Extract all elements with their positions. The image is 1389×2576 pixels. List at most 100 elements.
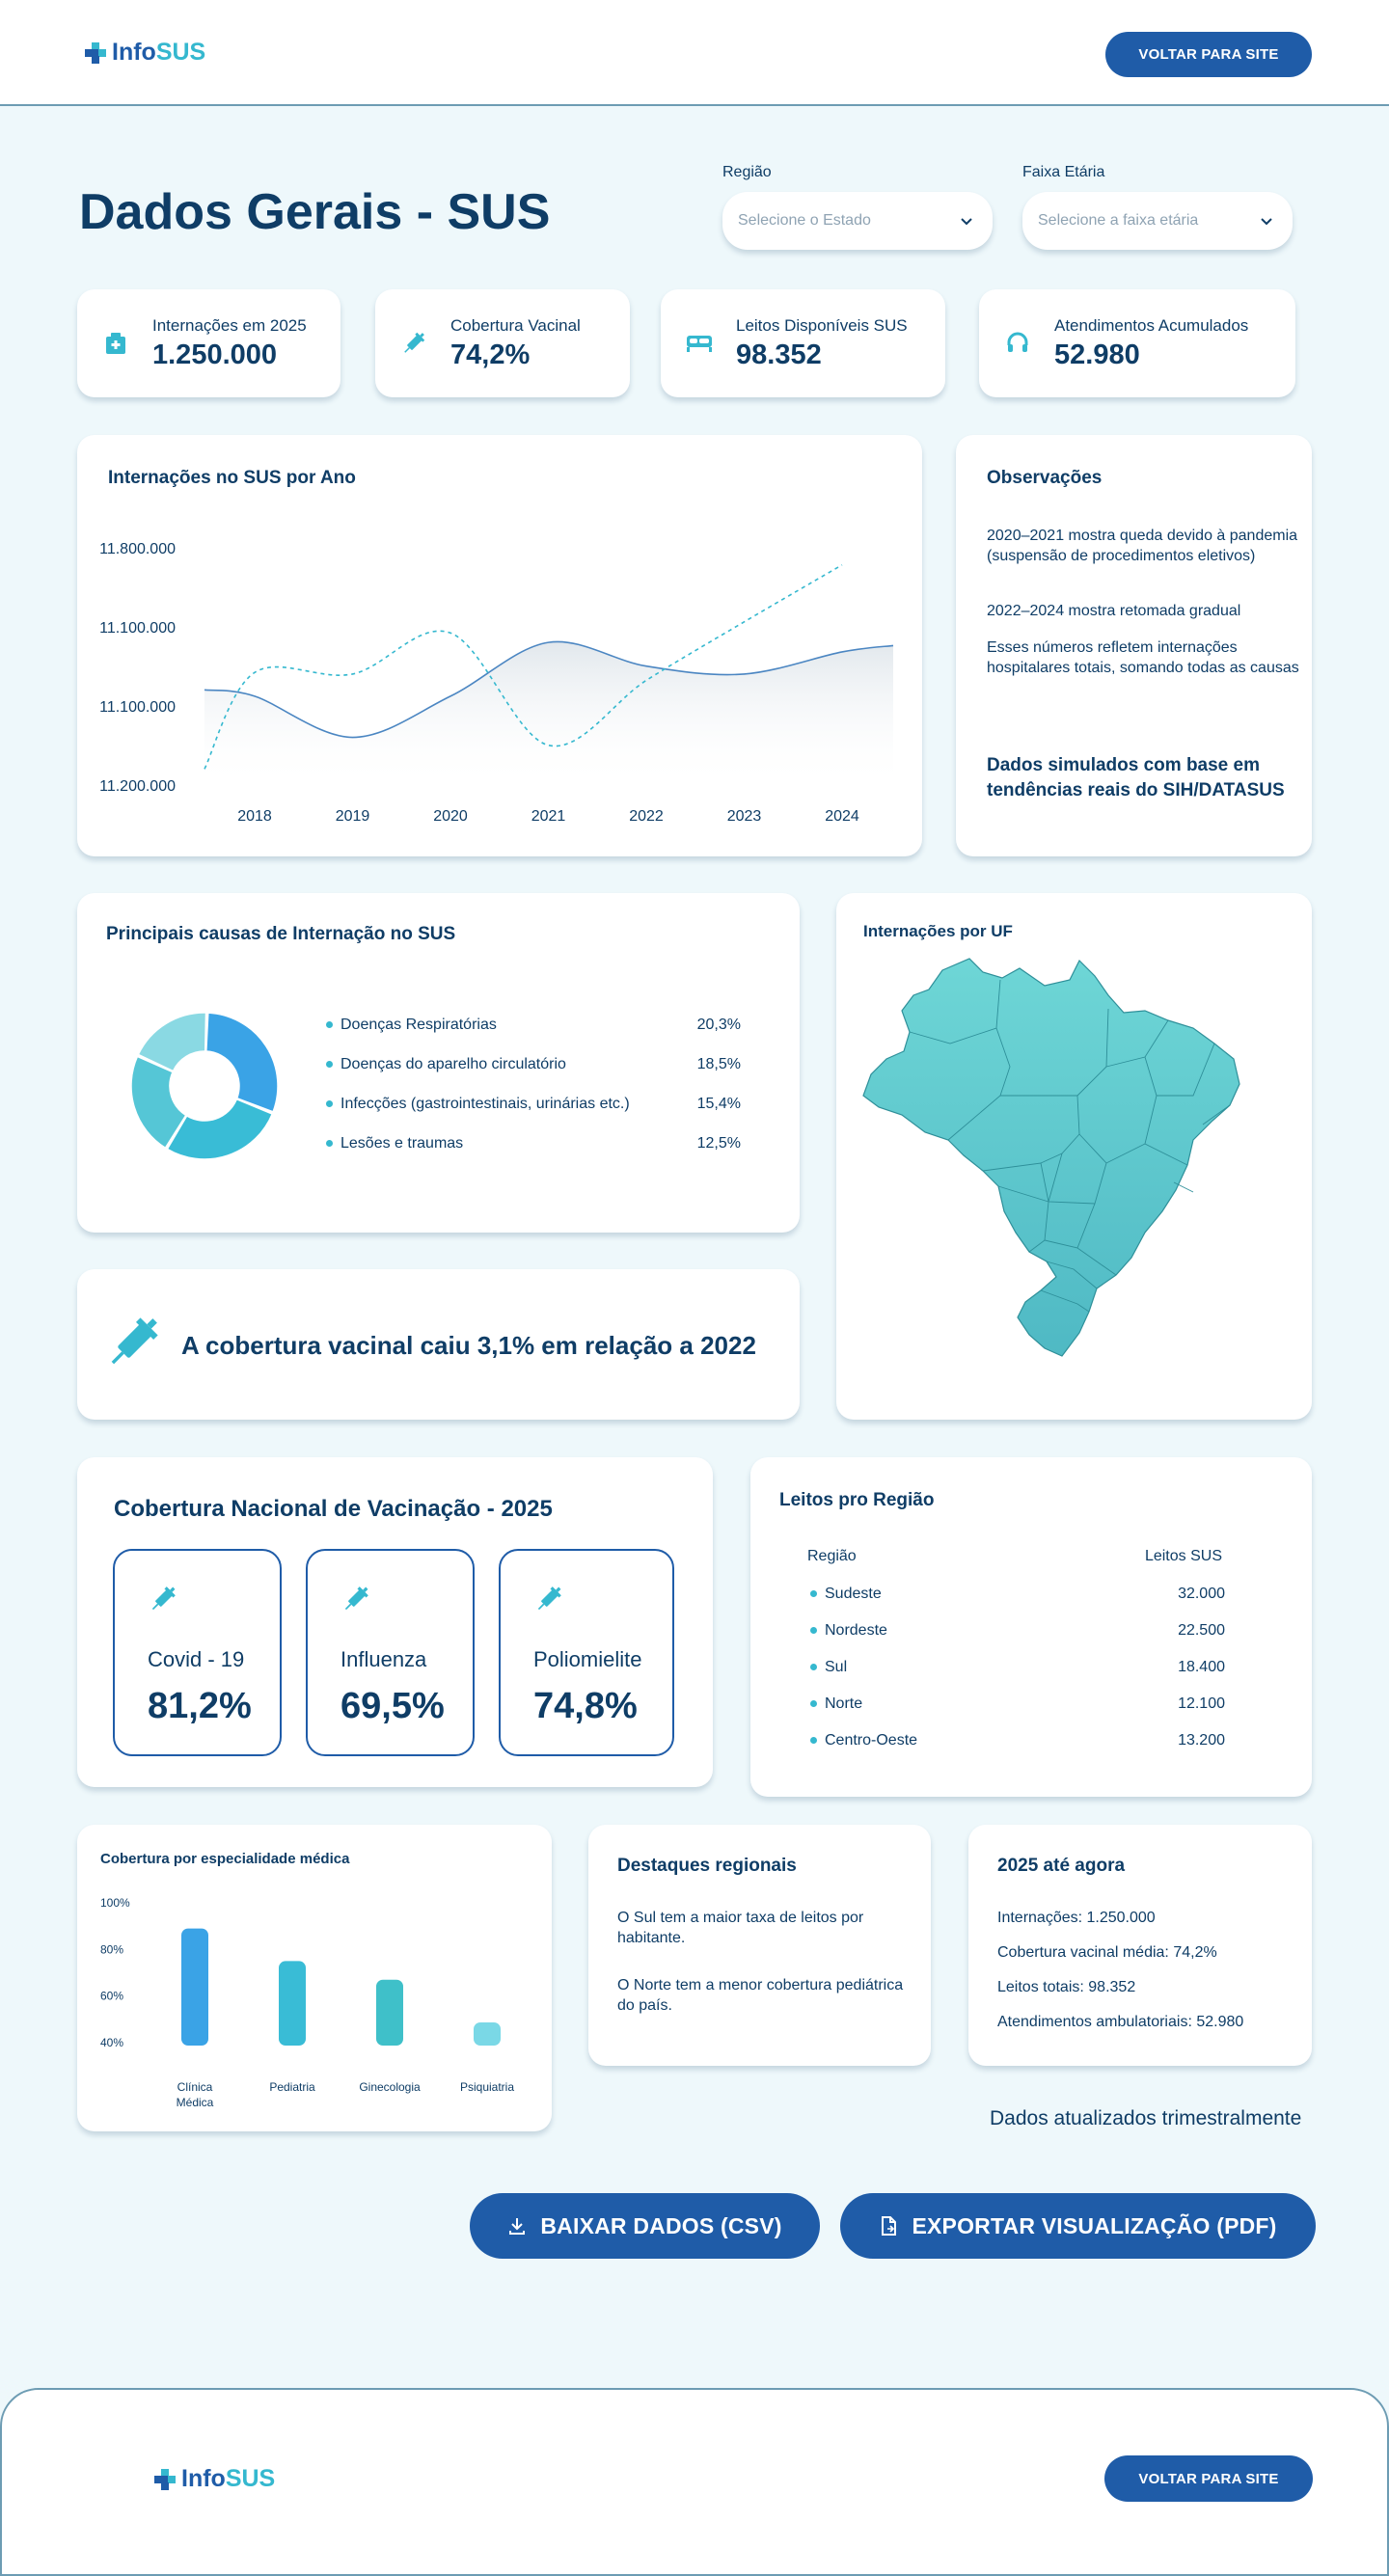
specialty-bar-chart-card: Cobertura por especialidade médica 100% 8… [77,1825,552,2131]
kpi-value: 74,2% [450,339,531,370]
infosus-logo[interactable]: Info SUS [154,2465,275,2493]
back-to-site-button[interactable]: VOLTAR PARA SITE [1104,2455,1313,2502]
syringe-icon [148,1584,178,1619]
vaccination-title: Cobertura Nacional de Vacinação - 2025 [114,1496,553,1522]
chevron-down-icon [1261,217,1272,225]
summary-label: Internações: [997,1910,1083,1926]
kpi-card-beds: Leitos Disponíveis SUS 98.352 [661,289,945,397]
kpi-card-hospitalizations: Internações em 2025 1.250.000 [77,289,340,397]
vaccine-box-influenza: Influenza 69,5% [306,1549,475,1756]
plus-logo-icon [85,41,106,64]
logo-text-sus: SUS [225,2465,276,2492]
update-frequency-note: Dados atualizados trimestralmente [990,2107,1302,2129]
kpi-value: 98.352 [736,339,822,370]
summary-2025-card: 2025 até agora Internações: 1.250.000 Co… [968,1825,1312,2066]
legend-item: Doenças do aparelho circulatório 18,5% [326,1056,741,1073]
kpi-card-appointments: Atendimentos Acumulados 52.980 [979,289,1295,397]
legend-value: 12,5% [696,1135,741,1152]
x-tick-label: Ginecologia [359,2080,421,2094]
row-region: Sul [825,1659,848,1675]
col-beds: Leitos SUS [1144,1548,1222,1564]
summary-title: 2025 até agora [997,1856,1126,1876]
beds-title: Leitos pro Região [779,1490,935,1510]
bar [474,2022,501,2046]
map-card: Internações por UF [836,893,1312,1420]
x-tick-label: 2018 [237,808,272,825]
download-csv-label: BAIXAR DADOS (CSV) [540,2212,782,2238]
syringe-icon [102,1312,164,1378]
table-row: Nordeste 22.500 [810,1622,1225,1640]
legend-label: Infecções (gastrointestinais, urinárias … [340,1096,630,1112]
x-tick-label: 2024 [825,808,859,825]
download-csv-button[interactable]: BAIXAR DADOS (CSV) [470,2193,820,2259]
summary-line: Cobertura vacinal média: 74,2% [997,1942,1217,1963]
highlight-item: O Sul tem a maior taxa de leitos por hab… [617,1910,864,1946]
legend-item: Doenças Respiratórias 20,3% [326,1017,741,1034]
legend-value: 20,3% [696,1017,741,1033]
observations-title: Observações [987,468,1103,488]
summary-label: Cobertura vacinal média: [997,1944,1169,1961]
summary-label: Leitos totais: [997,1979,1084,1995]
row-dot [810,1590,817,1598]
table-row: Sudeste 32.000 [810,1586,1225,1603]
legend-label: Doenças do aparelho circulatório [340,1056,566,1072]
legend-dot [326,1021,333,1029]
table-row: Centro-Oeste 13.200 [810,1732,1225,1749]
export-pdf-button[interactable]: EXPORTAR VISUALIZAÇÃO (PDF) [840,2193,1316,2259]
highlights-title: Destaques regionais [617,1856,797,1876]
col-region: Região [807,1548,857,1564]
back-to-site-button[interactable]: VOLTAR PARA SITE [1105,32,1312,77]
export-pdf-label: EXPORTAR VISUALIZAÇÃO (PDF) [912,2212,1277,2238]
highlight-item: O Norte tem a menor cobertura pediátrica… [617,1977,904,2014]
row-dot [810,1700,817,1708]
summary-line: Leitos totais: 98.352 [997,1977,1135,1997]
age-select[interactable]: Selecione a faixa etária [1022,192,1293,250]
kpi-label: Atendimentos Acumulados [1054,315,1249,335]
summary-value: 98.352 [1088,1979,1136,1995]
y-tick-label: 40% [100,2036,123,2049]
x-tick-label: 2020 [433,808,468,825]
page-title: Dados Gerais - SUS [79,184,551,240]
x-tick-label: Psiquiatria [460,2080,514,2094]
hospital-icon [102,330,129,357]
legend-dot [326,1100,333,1108]
legend-label: Lesões e traumas [340,1135,464,1152]
legend-dot [326,1061,333,1069]
kpi-label: Internações em 2025 [152,315,307,335]
x-tick-label: 2022 [629,808,664,825]
x-tick-label: 2021 [531,808,566,825]
age-filter-label: Faixa Etária [1022,164,1105,180]
observation-item: 2020–2021 mostra queda devido à pandemia… [987,528,1298,564]
specialty-bar-chart: 100% 80% 60% 40% Clínica Médica Pediatria Ginec… [100,1896,514,2109]
plus-logo-icon [154,2468,176,2490]
legend-item: Infecções (gastrointestinais, urinárias … [326,1096,741,1113]
banner-text: A cobertura vacinal caiu 3,1% em relação… [181,1331,756,1360]
regional-highlights-card: Destaques regionais O Sul tem a maior ta… [588,1825,931,2066]
vaccine-name: Covid - 19 [148,1647,245,1671]
beds-table-header: Região Leitos SUS [807,1548,1222,1565]
vaccine-value: 74,8% [533,1686,638,1726]
row-beds: 32.000 [1178,1586,1225,1602]
causes-title: Principais causas de Internação no SUS [106,924,456,944]
region-select[interactable]: Selecione o Estado [722,192,993,250]
syringe-icon [533,1584,564,1619]
vaccine-box-covid: Covid - 19 81,2% [113,1549,282,1756]
causes-card: Principais causas de Internação no SUS D… [77,893,800,1233]
vaccine-box-polio: Poliomielite 74,8% [499,1549,674,1756]
brazil-map[interactable] [856,951,1280,1395]
infosus-logo[interactable]: Info SUS [85,39,205,67]
legend-label: Doenças Respiratórias [340,1017,497,1033]
beds-by-region-card: Leitos pro Região Região Leitos SUS Sudes… [750,1457,1312,1797]
bed-icon [686,330,713,357]
headset-icon [1004,330,1031,357]
vaccination-coverage-card: Cobertura Nacional de Vacinação - 2025 C… [77,1457,713,1787]
donut-slice [205,1012,279,1113]
row-region: Centro-Oeste [825,1732,918,1749]
map-title: Internações por UF [863,922,1013,940]
row-region: Norte [825,1695,863,1712]
legend-item: Lesões e traumas 12,5% [326,1135,741,1152]
hospitalizations-line-chart-card: Internações no SUS por Ano 11.800.000 11… [77,435,922,856]
vaccine-name: Poliomielite [533,1647,642,1671]
download-icon [509,2218,526,2235]
row-beds: 12.100 [1178,1695,1225,1712]
